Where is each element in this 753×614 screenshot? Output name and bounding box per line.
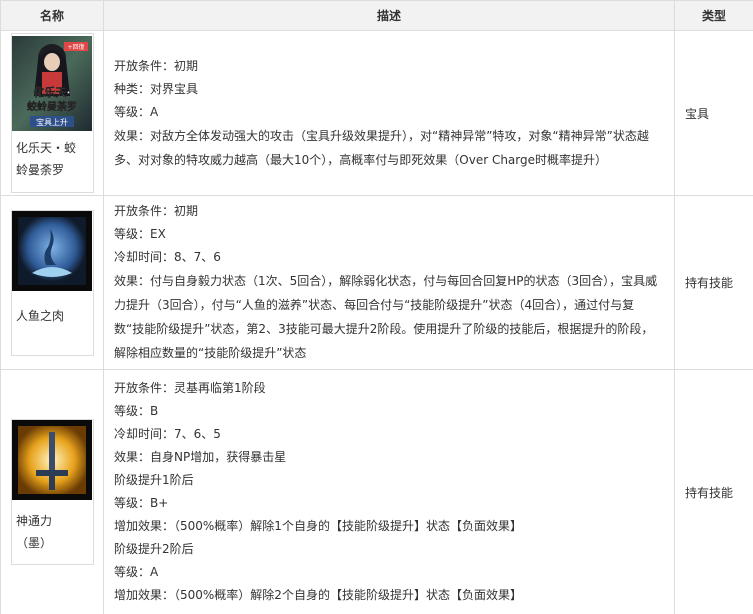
name-cell: 神通力 （墨） <box>0 369 104 614</box>
desc-line: 开放条件：灵基再临第1阶段 <box>114 381 266 395</box>
desc-line: 效果：对敌方全体发动强大的攻击（宝具升级效果提升），对“精神异常”特攻，对象“精… <box>114 128 649 167</box>
desc-line: 等级：A <box>114 565 159 579</box>
skill-card: 神通力 （墨） <box>11 419 94 565</box>
mermaid-skill-icon <box>12 210 92 291</box>
table-row: 神通力 （墨） 开放条件：灵基再临第1阶段 等级：B 冷却时间：7、6、5 效果… <box>0 369 753 614</box>
desc-line: 阶级提升1阶后 <box>114 473 194 487</box>
card-title-2: 蛟蛉曼荼罗 <box>27 100 77 113</box>
desc-line: 增加效果：（500%概率）解除1个自身的【技能阶级提升】状态【负面效果】 <box>114 519 522 533</box>
desc-line: 冷却时间：8、7、6 <box>114 250 221 264</box>
skill-card: +回復 化乐天· 蛟蛉曼荼罗 宝具上升 化乐天・蛟 蛉曼荼罗 <box>11 33 94 193</box>
type-cell: 持有技能 <box>674 369 753 614</box>
desc-line: 增加效果：（500%概率）解除2个自身的【技能阶级提升】状态【负面效果】 <box>114 588 522 602</box>
skill-name: 化乐天・蛟 蛉曼荼罗 <box>16 141 77 177</box>
header-name: 名称 <box>0 0 104 31</box>
header-type: 类型 <box>674 0 753 31</box>
desc-line: 开放条件：初期 <box>114 204 199 218</box>
card-title-1: 化乐天· <box>33 85 70 99</box>
skill-name: 神通力 （墨） <box>16 514 53 550</box>
desc-line: 效果：付与自身毅力状态（1次、5回合），解除弱化状态，付与每回合回复HP的状态（… <box>114 274 658 360</box>
name-cell: 人鱼之肉 <box>0 195 104 370</box>
desc-line: 冷却时间：7、6、5 <box>114 427 221 441</box>
desc-line: 等级：B+ <box>114 496 169 510</box>
desc-line: 等级：A <box>114 104 159 119</box>
description-cell: 开放条件：初期 等级：EX 冷却时间：8、7、6 效果：付与自身毅力状态（1次、… <box>103 195 675 370</box>
desc-line: 开放条件：初期 <box>114 58 199 73</box>
desc-line: 等级：B <box>114 404 159 418</box>
card-badge: +回復 <box>67 43 84 51</box>
type-cell: 持有技能 <box>674 195 753 370</box>
desc-line: 等级：EX <box>114 227 166 241</box>
desc-line: 阶级提升2阶后 <box>114 542 194 556</box>
skill-name: 人鱼之肉 <box>16 308 65 323</box>
card-subtitle: 宝具上升 <box>36 117 68 127</box>
desc-line: 效果：自身NP增加，获得暴击星 <box>114 450 287 464</box>
type-cell: 宝具 <box>674 30 753 196</box>
table-header-row: 名称 描述 类型 <box>0 0 753 31</box>
skills-table: 名称 描述 类型 +回復 化乐天· 蛟蛉曼荼罗 宝具上升 化乐天・蛟 蛉曼荼罗 … <box>0 0 753 614</box>
name-cell: +回復 化乐天· 蛟蛉曼荼罗 宝具上升 化乐天・蛟 蛉曼荼罗 <box>0 30 104 196</box>
description-cell: 开放条件：初期 种类：对界宝具 等级：A 效果：对敌方全体发动强大的攻击（宝具升… <box>103 30 675 196</box>
header-desc: 描述 <box>103 0 675 31</box>
table-row: +回復 化乐天· 蛟蛉曼荼罗 宝具上升 化乐天・蛟 蛉曼荼罗 开放条件：初期 种… <box>0 30 753 196</box>
noble-phantasm-card-image: +回復 化乐天· 蛟蛉曼荼罗 宝具上升 <box>12 36 92 131</box>
skill-card: 人鱼之肉 <box>11 209 94 356</box>
sword-skill-icon <box>12 420 92 500</box>
desc-line: 种类：对界宝具 <box>114 81 199 96</box>
description-cell: 开放条件：灵基再临第1阶段 等级：B 冷却时间：7、6、5 效果：自身NP增加，… <box>103 369 675 614</box>
table-row: 人鱼之肉 开放条件：初期 等级：EX 冷却时间：8、7、6 效果：付与自身毅力状… <box>0 195 753 370</box>
